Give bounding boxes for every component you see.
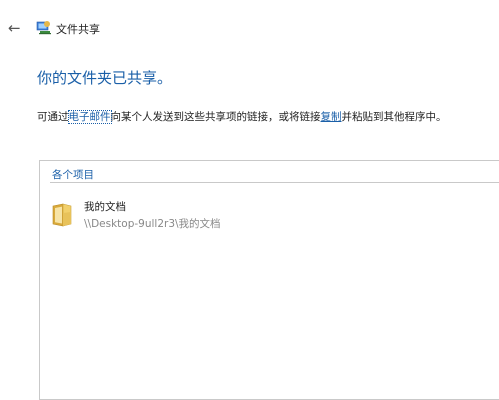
page-heading: 你的文件夹已共享。 — [37, 69, 173, 87]
folder-name: 我的文档 — [84, 201, 126, 213]
share-description: 可通过电子邮件向某个人发送到这些共享项的链接，或将链接复制并粘贴到其他程序中。 — [37, 109, 447, 124]
desc-text-3: 并粘贴到其他程序中。 — [341, 111, 447, 123]
copy-link[interactable]: 复制 — [321, 111, 342, 123]
back-arrow-icon[interactable]: ← — [8, 20, 21, 36]
items-header: 各个项目 — [52, 169, 94, 181]
email-link[interactable]: 电子邮件 — [67, 110, 112, 124]
window-title: 文件共享 — [56, 23, 100, 36]
desc-text-2: 向某个人发送到这些共享项的链接，或将链接 — [110, 111, 321, 123]
network-share-icon — [36, 21, 51, 35]
list-item[interactable]: 我的文档 \\Desktop-9ull2r3\我的文档 — [46, 195, 499, 239]
folder-icon — [52, 203, 72, 227]
folder-path: \\Desktop-9ull2r3\我的文档 — [84, 218, 221, 230]
desc-text-1: 可通过 — [37, 111, 69, 123]
shared-items-list: 各个项目 我的文档 \\Desktop-9ull2r3\我的文档 — [39, 160, 499, 400]
items-divider — [50, 182, 499, 183]
